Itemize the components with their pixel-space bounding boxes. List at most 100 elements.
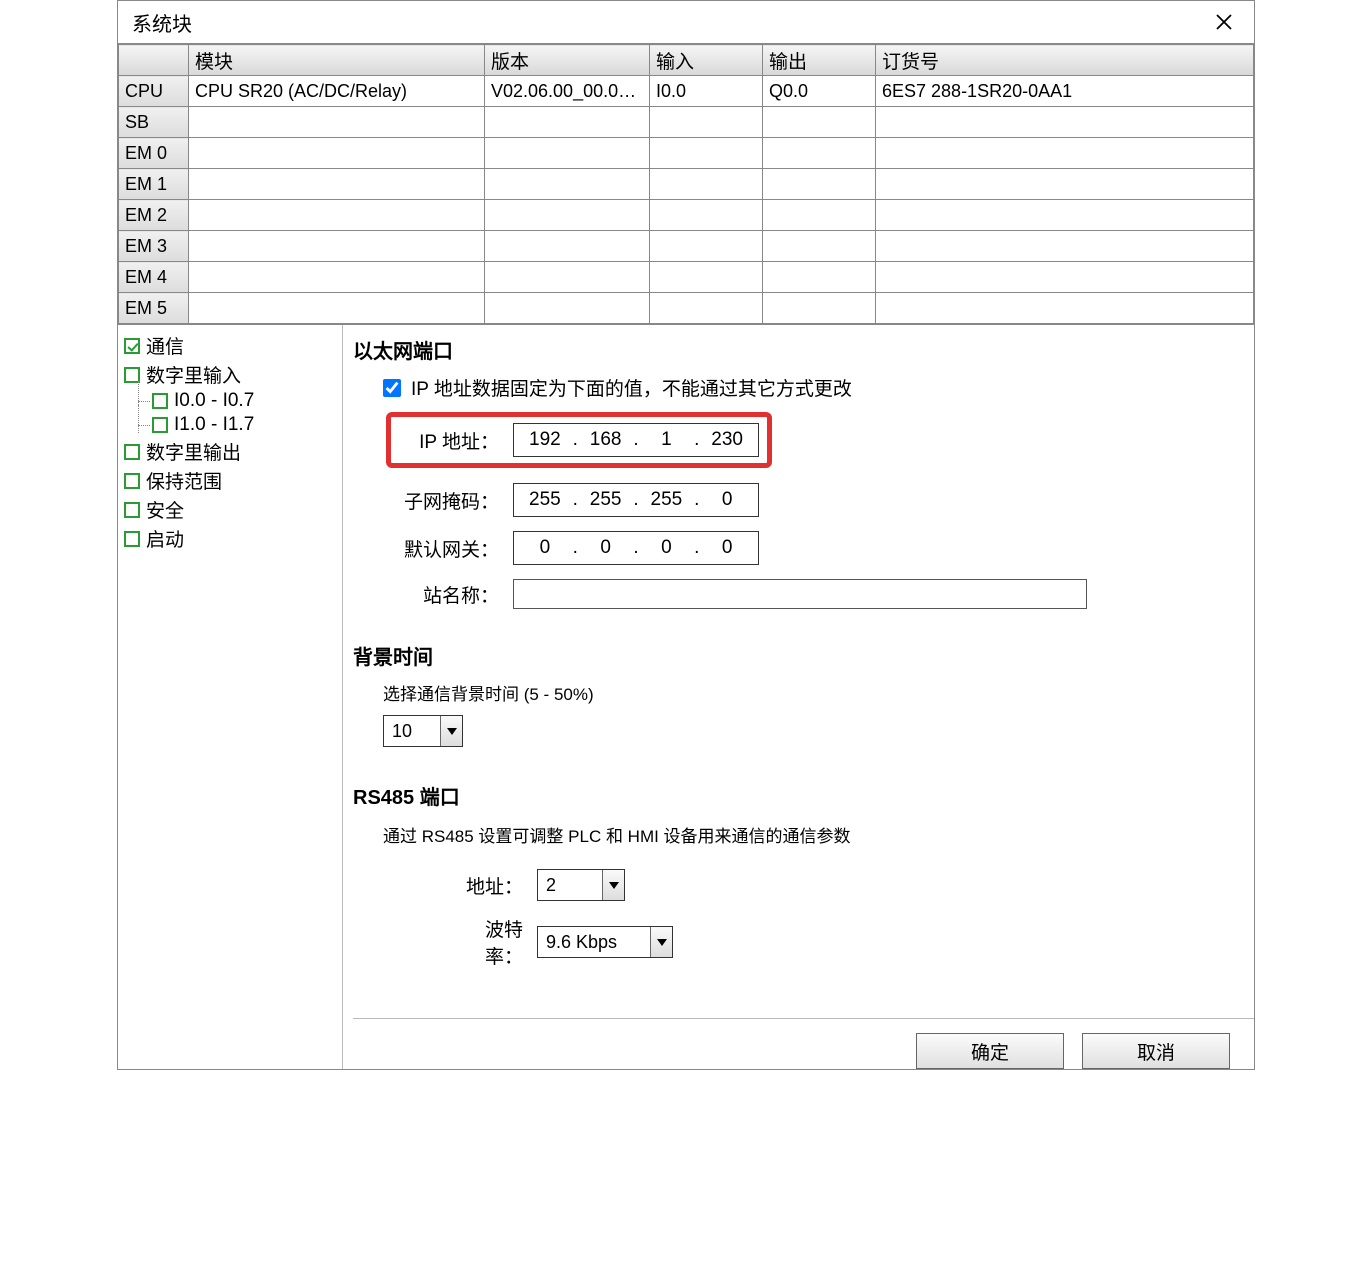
bgtime-value: 10 [392, 721, 412, 742]
gw-seg-3[interactable] [705, 537, 749, 559]
cell-module[interactable] [189, 262, 485, 293]
tree-item-label: 数字里输出 [146, 438, 241, 465]
th-module: 模块 [189, 45, 485, 76]
mask-seg-3[interactable] [705, 489, 749, 511]
tree-item[interactable]: I0.0 - I0.7 [124, 389, 336, 413]
checkbox-icon [124, 502, 140, 518]
table-header-row: 模块 版本 输入 输出 订货号 [119, 45, 1254, 76]
gw-seg-0[interactable] [523, 537, 567, 559]
table-row[interactable]: EM 4 [119, 262, 1254, 293]
th-input: 输入 [650, 45, 763, 76]
ip-seg-0[interactable] [523, 429, 567, 451]
row-label: EM 5 [119, 293, 189, 324]
row-label: EM 1 [119, 169, 189, 200]
nav-tree: 通信数字里输入I0.0 - I0.7I1.0 - I1.7数字里输出保持范围安全… [118, 325, 343, 1069]
checkbox-icon [124, 473, 140, 489]
subnet-label: 子网掩码： [389, 487, 499, 514]
station-name-input[interactable] [513, 579, 1087, 609]
cell-module[interactable] [189, 138, 485, 169]
gw-seg-1[interactable] [584, 537, 628, 559]
table-row[interactable]: EM 2 [119, 200, 1254, 231]
row-label: SB [119, 107, 189, 138]
rs485-baud-select[interactable]: 9.6 Kbps [537, 926, 673, 958]
tree-item-label: 保持范围 [146, 467, 222, 494]
cell-order [876, 293, 1254, 324]
bgtime-select[interactable]: 10 [383, 715, 463, 747]
titlebar: 系统块 [118, 1, 1254, 43]
tree-item[interactable]: 保持范围 [124, 466, 336, 495]
cell-version [485, 231, 650, 262]
cell-module[interactable] [189, 107, 485, 138]
ip-seg-2[interactable] [644, 429, 688, 451]
table-row[interactable]: EM 5 [119, 293, 1254, 324]
checkbox-icon [124, 531, 140, 547]
tree-item[interactable]: 安全 [124, 495, 336, 524]
dialog-title: 系统块 [132, 8, 192, 37]
rs485-baud-label: 波特率： [453, 915, 523, 969]
table-row[interactable]: CPUCPU SR20 (AC/DC/Relay)V02.06.00_00.00… [119, 76, 1254, 107]
cell-module[interactable] [189, 231, 485, 262]
cell-module[interactable] [189, 293, 485, 324]
cell-module[interactable]: CPU SR20 (AC/DC/Relay) [189, 76, 485, 107]
tree-item-label: I1.0 - I1.7 [174, 414, 254, 436]
ok-button[interactable]: 确定 [916, 1033, 1064, 1069]
th-blank [119, 45, 189, 76]
cell-order [876, 169, 1254, 200]
checkbox-icon [124, 338, 140, 354]
table-row[interactable]: EM 3 [119, 231, 1254, 262]
ip-seg-1[interactable] [584, 429, 628, 451]
cell-version [485, 200, 650, 231]
chevron-down-icon [650, 927, 672, 957]
cell-input: I0.0 [650, 76, 763, 107]
table-row[interactable]: EM 1 [119, 169, 1254, 200]
tree-item-label: I0.0 - I0.7 [174, 390, 254, 412]
bgtime-heading: 背景时间 [353, 641, 1254, 670]
ip-fixed-checkbox[interactable] [383, 379, 401, 397]
rs485-section: RS485 端口 通过 RS485 设置可调整 PLC 和 HMI 设备用来通信… [353, 781, 1254, 983]
th-output: 输出 [763, 45, 876, 76]
gateway-field[interactable]: . . . [513, 531, 759, 565]
tree-item-label: 数字里输入 [146, 361, 241, 388]
th-order: 订货号 [876, 45, 1254, 76]
cell-output [763, 231, 876, 262]
cell-input [650, 231, 763, 262]
cell-input [650, 262, 763, 293]
cell-module[interactable] [189, 200, 485, 231]
ip-label: IP 地址： [389, 427, 499, 454]
tree-item[interactable]: 数字里输出 [124, 437, 336, 466]
table-row[interactable]: SB [119, 107, 1254, 138]
tree-item[interactable]: 数字里输入 [124, 360, 336, 389]
cell-input [650, 138, 763, 169]
rs485-addr-label: 地址： [453, 872, 523, 899]
cancel-button[interactable]: 取消 [1082, 1033, 1230, 1069]
row-label: EM 3 [119, 231, 189, 262]
cell-input [650, 169, 763, 200]
ethernet-heading: 以太网端口 [353, 335, 1254, 364]
bgtime-section: 背景时间 选择通信背景时间 (5 - 50%) 10 [353, 641, 1254, 747]
gw-seg-2[interactable] [644, 537, 688, 559]
table-row[interactable]: EM 0 [119, 138, 1254, 169]
ip-seg-3[interactable] [705, 429, 749, 451]
mask-seg-2[interactable] [644, 489, 688, 511]
tree-item[interactable]: 通信 [124, 331, 336, 360]
cell-order: 6ES7 288-1SR20-0AA1 [876, 76, 1254, 107]
mask-seg-0[interactable] [523, 489, 567, 511]
ip-fixed-checkbox-row[interactable]: IP 地址数据固定为下面的值，不能通过其它方式更改 [383, 374, 1254, 401]
tree-item[interactable]: I1.0 - I1.7 [124, 413, 336, 437]
cell-module[interactable] [189, 169, 485, 200]
module-table: 模块 版本 输入 输出 订货号 CPUCPU SR20 (AC/DC/Relay… [118, 43, 1254, 324]
cell-output [763, 169, 876, 200]
tree-item[interactable]: 启动 [124, 524, 336, 553]
cell-version: V02.06.00_00.00... [485, 76, 650, 107]
cell-version [485, 169, 650, 200]
chevron-down-icon [440, 716, 462, 746]
ip-address-field[interactable]: . . . [513, 423, 759, 457]
cell-order [876, 200, 1254, 231]
mask-seg-1[interactable] [584, 489, 628, 511]
cell-input [650, 107, 763, 138]
rs485-addr-select[interactable]: 2 [537, 869, 625, 901]
checkbox-icon [124, 444, 140, 460]
subnet-mask-field[interactable]: . . . [513, 483, 759, 517]
close-button[interactable] [1206, 4, 1242, 40]
gateway-label: 默认网关： [389, 535, 499, 562]
